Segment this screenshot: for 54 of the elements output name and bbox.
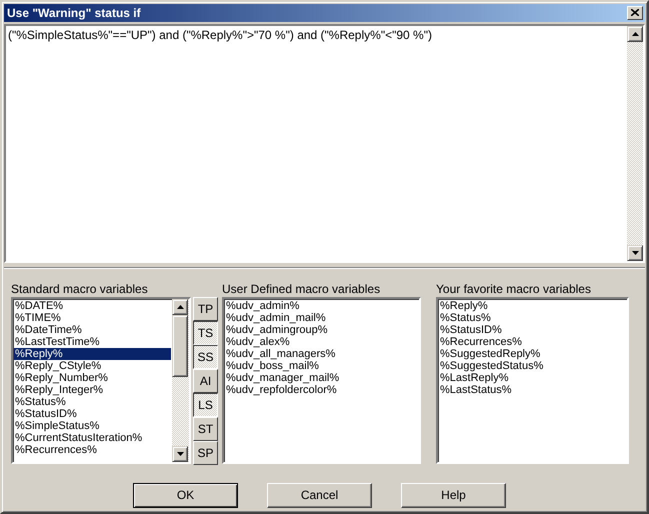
dialog-button[interactable]: Help	[401, 482, 506, 508]
scroll-down-icon	[632, 250, 638, 255]
list-item[interactable]: %Reply%	[439, 300, 626, 312]
filter-toggle-button[interactable]: SP	[193, 440, 218, 465]
scroll-up-icon	[632, 32, 638, 36]
close-button[interactable]	[627, 6, 643, 20]
list-item[interactable]: %udv_boss_mail%	[225, 360, 418, 372]
list-item[interactable]: %Reply%	[14, 348, 171, 360]
close-icon	[631, 9, 639, 16]
list-item[interactable]: %LastTestTime%	[14, 336, 171, 348]
list-item[interactable]: %Reply_Number%	[14, 372, 171, 384]
list-item[interactable]: %udv_repfoldercolor%	[225, 384, 418, 396]
list-item[interactable]: %StatusID%	[439, 324, 626, 336]
list-item[interactable]: %DATE%	[14, 300, 171, 312]
list-item[interactable]: %SimpleStatus%	[14, 420, 171, 432]
filter-toggle-button[interactable]: TP	[193, 296, 218, 321]
list-item[interactable]: %udv_admin_mail%	[225, 312, 418, 324]
list-item[interactable]: %udv_manager_mail%	[225, 372, 418, 384]
scrollbar[interactable]	[172, 298, 189, 462]
list-item[interactable]: %LastReply%	[439, 372, 626, 384]
list-item[interactable]: %Status%	[439, 312, 626, 324]
dialog-button[interactable]: Cancel	[267, 482, 372, 508]
list-label: Your favorite macro variables	[436, 282, 592, 297]
favorite-variables-list[interactable]: %Reply% %Status% %StatusID% %Recurrences% %SuggestedReply% %SuggestedStatus% %LastReply% %LastStatus%	[436, 296, 629, 464]
filter-toggle-button[interactable]: LS	[193, 392, 218, 417]
scroll-down-icon	[176, 452, 184, 456]
list-item[interactable]: %udv_all_managers%	[225, 348, 418, 360]
list-item[interactable]: %Reply_CStyle%	[14, 360, 171, 372]
list-item[interactable]: %udv_admingroup%	[225, 324, 418, 336]
list-item[interactable]: %LastStatus%	[439, 384, 626, 396]
scroll-up-icon	[176, 304, 184, 309]
scrollbar[interactable]	[627, 26, 643, 261]
list-item[interactable]: %udv_admin%	[225, 300, 418, 312]
filter-toggle-button[interactable]: TS	[193, 320, 218, 345]
list-label: User Defined macro variables	[222, 282, 382, 297]
list-item[interactable]: %udv_alex%	[225, 336, 418, 348]
list-item[interactable]: %DateTime%	[14, 324, 171, 336]
standard-variables-list[interactable]: %DATE% %TIME% %DateTime% %LastTestTime% %Reply% %Reply_CStyle% %Reply_Number% %Reply_Integer% %Status% %StatusID% %SimpleStatus% %CurrentStatusIteration% %Recurrences%	[11, 296, 191, 464]
user-variables-list[interactable]: %udv_admin% %udv_admin_mail% %udv_admingroup% %udv_alex% %udv_all_managers% %udv_boss_mail% %udv_manager_mail% %udv_repfoldercolor%	[222, 296, 421, 464]
list-item[interactable]: %SuggestedStatus%	[439, 360, 626, 372]
list-item[interactable]: %Recurrences%	[439, 336, 626, 348]
list-item[interactable]: %SuggestedReply%	[439, 348, 626, 360]
list-item[interactable]: %Status%	[14, 396, 171, 408]
filter-toggle-button[interactable]: AI	[193, 368, 218, 393]
list-label: Standard macro variables	[11, 282, 149, 297]
list-item[interactable]: %StatusID%	[14, 408, 171, 420]
list-item[interactable]: %TIME%	[14, 312, 171, 324]
window-title: Use "Warning" status if	[7, 6, 141, 20]
list-item[interactable]: %CurrentStatusIteration%	[14, 432, 171, 444]
list-item[interactable]: %Reply_Integer%	[14, 384, 171, 396]
list-item[interactable]: %Recurrences%	[14, 444, 171, 456]
filter-toggle-button[interactable]: ST	[193, 416, 218, 441]
dialog-button[interactable]: OK	[133, 482, 238, 508]
filter-toggle-button[interactable]: SS	[193, 344, 218, 369]
